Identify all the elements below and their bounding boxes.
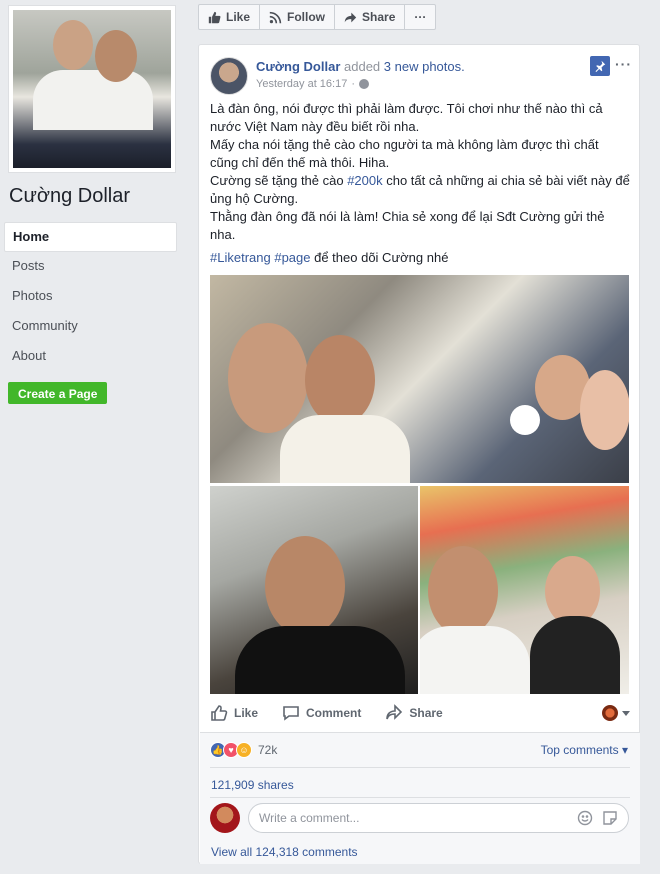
- post-action-text: added: [344, 59, 381, 74]
- follow-label: Follow: [287, 10, 326, 24]
- author-avatar[interactable]: [210, 57, 248, 95]
- profile-photo: [13, 10, 171, 168]
- profile-picture[interactable]: [8, 5, 176, 173]
- post-text: Là đàn ông, nói được thì phải làm được. …: [210, 100, 630, 244]
- chevron-down-icon: [622, 710, 630, 716]
- create-page-button[interactable]: Create a Page: [8, 382, 108, 404]
- rss-icon: [269, 11, 282, 23]
- post-options-button[interactable]: ···: [615, 56, 632, 72]
- feedback-section: 👍 ♥ ☺ 72k Top comments ▾ 121,909 shares …: [200, 732, 640, 864]
- post-text-line: Thằng đàn ông đã nói là làm! Chia sẻ xon…: [210, 209, 605, 242]
- nav-item-home[interactable]: Home: [4, 222, 177, 252]
- post-tags: #Liketrang #page để theo dõi Cường nhé: [210, 250, 449, 265]
- post-meta: Yesterday at 16:17 ·: [256, 78, 370, 90]
- share-button[interactable]: Share: [385, 704, 443, 722]
- post-actions: Like Comment Share: [210, 703, 630, 723]
- post-header: Cường Dollar added 3 new photos.: [256, 59, 465, 74]
- shares-count[interactable]: 121,909 shares: [211, 778, 294, 792]
- globe-icon[interactable]: [359, 79, 370, 89]
- top-comments-dropdown[interactable]: Top comments ▾: [541, 743, 628, 757]
- post-card: Cường Dollar added 3 new photos. Yesterd…: [198, 44, 640, 864]
- post-text-line: Là đàn ông, nói được thì phải làm được. …: [210, 101, 603, 134]
- nav-item-community[interactable]: Community: [4, 312, 177, 342]
- page-nav: Home Posts Photos Community About: [4, 222, 177, 372]
- left-column: Cường Dollar Home Posts Photos Community…: [0, 0, 186, 874]
- thumbs-up-icon: [208, 11, 221, 23]
- follow-button[interactable]: Follow: [260, 5, 336, 29]
- view-all-comments-link[interactable]: View all 124,318 comments: [211, 845, 358, 859]
- share-arrow-icon: [344, 12, 357, 22]
- emoji-icon[interactable]: [577, 810, 593, 826]
- meta-separator: ·: [351, 78, 356, 90]
- page-like-label: Like: [226, 10, 251, 24]
- reaction-count[interactable]: 72k: [258, 743, 277, 757]
- hashtag-page[interactable]: #page: [274, 250, 310, 265]
- comment-input[interactable]: Write a comment...: [248, 803, 629, 833]
- post-text-line: Mấy cha nói tặng thẻ cào cho người ta mà…: [210, 137, 599, 170]
- share-arrow-icon: [386, 704, 403, 720]
- react-as-selector[interactable]: [602, 705, 630, 721]
- page-like-button[interactable]: Like: [199, 5, 261, 29]
- thumbs-up-icon: [211, 705, 228, 721]
- hashtag-200k[interactable]: #200k: [347, 173, 382, 188]
- page-share-label: Share: [362, 10, 396, 24]
- author-name[interactable]: Cường Dollar: [256, 59, 340, 74]
- comment-placeholder: Write a comment...: [259, 811, 360, 825]
- like-label: Like: [234, 706, 259, 720]
- nav-item-about[interactable]: About: [4, 342, 177, 372]
- comment-button[interactable]: Comment: [282, 704, 361, 722]
- nav-item-posts[interactable]: Posts: [4, 252, 177, 282]
- reactor-avatar: [602, 705, 618, 721]
- page-name[interactable]: Cường Dollar: [9, 185, 130, 208]
- like-button[interactable]: Like: [210, 704, 258, 722]
- post-timestamp[interactable]: Yesterday at 16:17: [256, 78, 347, 90]
- page-action-bar: Like Follow Share ···: [198, 4, 437, 30]
- haha-reaction-icon: ☺: [236, 742, 252, 758]
- commenter-avatar: [210, 803, 240, 833]
- reaction-summary[interactable]: 👍 ♥ ☺ 72k: [210, 742, 277, 758]
- post-photo-left[interactable]: [210, 486, 418, 694]
- pin-icon[interactable]: [590, 56, 610, 76]
- comment-label: Comment: [306, 706, 362, 720]
- new-photos-link[interactable]: 3 new photos.: [384, 59, 465, 74]
- post-photo-right[interactable]: [420, 486, 629, 694]
- nav-item-photos[interactable]: Photos: [4, 282, 177, 312]
- page-more-button[interactable]: ···: [405, 5, 435, 29]
- divider: [210, 797, 630, 798]
- divider: [210, 767, 630, 768]
- sticker-icon[interactable]: [602, 810, 618, 826]
- post-text-line: Cường sẽ tặng thẻ cào #200k cho tất cả n…: [210, 173, 630, 206]
- comment-bubble-icon: [283, 706, 299, 721]
- share-label: Share: [409, 706, 443, 720]
- comment-tools: [577, 810, 618, 826]
- post-photo-main[interactable]: [210, 275, 629, 483]
- page-share-button[interactable]: Share: [335, 5, 406, 29]
- hashtag-liketrang[interactable]: #Liketrang: [210, 250, 271, 265]
